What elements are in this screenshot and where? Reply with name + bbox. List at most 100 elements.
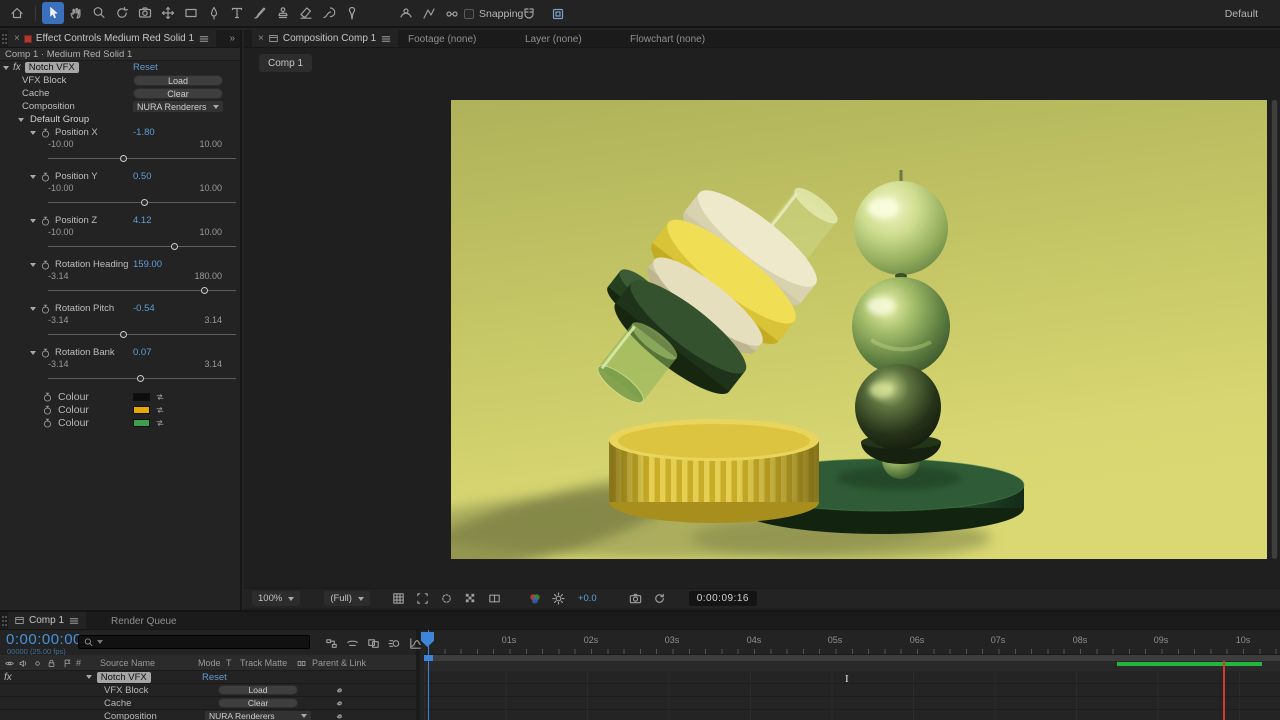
track-rows[interactable] (424, 671, 1280, 720)
orbit-camera-icon[interactable] (111, 2, 133, 24)
collapse-effect-icon[interactable] (3, 66, 9, 70)
preview-playhead[interactable] (1223, 661, 1225, 720)
panel-grip-icon[interactable] (0, 612, 8, 630)
slider-handle[interactable] (171, 243, 178, 250)
search-box[interactable] (78, 635, 310, 649)
tab-composition[interactable]: × Composition Comp 1 (252, 30, 398, 47)
slider-handle[interactable] (137, 375, 144, 382)
zoom-dropdown[interactable]: 100% (252, 591, 300, 606)
viewer-timecode[interactable]: 0:00:09:16 (689, 591, 757, 606)
collapse-param-icon[interactable] (30, 131, 36, 135)
swap-arrows-icon[interactable] (154, 405, 166, 415)
param-slider[interactable] (48, 240, 236, 254)
default-group-row[interactable]: Default Group (0, 113, 240, 126)
stopwatch-icon[interactable] (40, 215, 51, 227)
collapse-param-icon[interactable] (30, 307, 36, 311)
stopwatch-icon[interactable] (40, 127, 51, 139)
snap-option-icon-2[interactable] (547, 3, 569, 25)
timeline-timecode[interactable]: 0:00:00:00 (6, 631, 82, 648)
effect-name[interactable]: Notch VFX (97, 672, 151, 683)
clone-stamp-tool-icon[interactable] (272, 2, 294, 24)
colour-swatch[interactable] (133, 406, 150, 414)
motion-blur-icon[interactable] (385, 635, 403, 651)
param-value[interactable]: 4.12 (133, 215, 152, 226)
stopwatch-icon[interactable] (42, 417, 53, 429)
snap-option-icon-1[interactable] (518, 3, 540, 25)
param-value[interactable]: 0.07 (133, 347, 152, 358)
param-value[interactable]: 159.00 (133, 259, 162, 270)
region-of-interest-icon[interactable] (414, 591, 432, 607)
workspace-label[interactable]: Default (1225, 0, 1258, 28)
load-button[interactable]: Load (133, 75, 223, 86)
selection-tool-icon[interactable] (42, 2, 64, 24)
eye-icon[interactable] (4, 658, 15, 669)
hand-tool-icon[interactable] (65, 2, 87, 24)
toolbar-extra-icon-3[interactable] (441, 3, 463, 25)
collapse-effect-icon[interactable] (86, 675, 92, 679)
pick-whip-icon[interactable] (333, 710, 345, 720)
tab-render-queue[interactable]: Render Queue (111, 612, 177, 630)
fx-badge[interactable]: fx (4, 672, 12, 683)
swap-arrows-icon[interactable] (154, 392, 166, 402)
toggle-switches-icon[interactable] (296, 658, 307, 669)
home-icon[interactable] (6, 2, 28, 24)
frame-blend-icon[interactable] (364, 635, 382, 651)
eraser-tool-icon[interactable] (295, 2, 317, 24)
timeline-effect-row[interactable]: fx Notch VFX Reset (0, 671, 416, 684)
composition-dropdown[interactable]: NURA Renderers (133, 101, 223, 112)
param-slider[interactable] (48, 372, 236, 386)
reset-button[interactable]: Reset (202, 672, 227, 683)
close-icon[interactable]: × (258, 34, 264, 44)
stopwatch-icon[interactable] (40, 347, 51, 359)
t-column[interactable]: T (226, 658, 232, 668)
pixel-aspect-icon[interactable] (486, 591, 504, 607)
panel-grip-icon[interactable] (0, 30, 8, 48)
param-slider[interactable] (48, 196, 236, 210)
toolbar-extra-icon-1[interactable] (395, 3, 417, 25)
close-icon[interactable]: × (14, 34, 20, 44)
search-input[interactable] (106, 637, 305, 647)
transparency-grid-icon[interactable] (462, 591, 480, 607)
tab-footage[interactable]: Footage (none) (408, 30, 476, 48)
collapse-param-icon[interactable] (30, 175, 36, 179)
search-filter-chevron-icon[interactable] (97, 640, 103, 644)
stopwatch-icon[interactable] (42, 391, 53, 403)
color-management-icon[interactable] (526, 591, 544, 607)
comp-breadcrumb-chip[interactable]: Comp 1 (259, 54, 312, 72)
scrollbar-thumb[interactable] (1272, 100, 1277, 559)
param-slider[interactable] (48, 284, 236, 298)
work-area-bar[interactable] (424, 655, 1280, 661)
collapse-group-icon[interactable] (18, 118, 24, 122)
label-flag-icon[interactable] (62, 658, 73, 669)
resolution-dropdown[interactable]: (Full) (324, 591, 370, 606)
pan-behind-tool-icon[interactable] (157, 2, 179, 24)
slider-handle[interactable] (120, 155, 127, 162)
toolbar-extra-icon-2[interactable] (418, 3, 440, 25)
param-value[interactable]: -1.80 (133, 127, 155, 138)
snapping-control[interactable]: Snapping (464, 0, 523, 28)
snapshot-camera-icon[interactable] (627, 591, 645, 607)
composition-dropdown[interactable]: NURA Renderers (205, 711, 311, 720)
audio-icon[interactable] (18, 658, 29, 669)
track-matte-column[interactable]: Track Matte (240, 658, 287, 668)
lock-icon[interactable] (46, 658, 57, 669)
stopwatch-icon[interactable] (40, 259, 51, 271)
load-button[interactable]: Load (218, 685, 298, 695)
mode-column[interactable]: Mode (198, 658, 221, 668)
param-value[interactable]: 0.50 (133, 171, 152, 182)
tab-overflow-icon[interactable]: » (224, 30, 240, 47)
stopwatch-icon[interactable] (40, 171, 51, 183)
clear-button[interactable]: Clear (218, 698, 298, 708)
pen-tool-icon[interactable] (203, 2, 225, 24)
solo-icon[interactable] (32, 658, 43, 669)
stopwatch-icon[interactable] (42, 404, 53, 416)
panel-menu-icon[interactable] (68, 615, 80, 627)
snapping-checkbox[interactable] (464, 9, 474, 19)
exposure-value[interactable]: +0.0 (578, 593, 597, 604)
time-ruler[interactable]: 0s 01s 02s 03s 04s 05s 06s 07s 08s 09s 1… (424, 630, 1280, 655)
viewer-scrollbar[interactable] (1271, 100, 1278, 559)
shape-tool-icon[interactable] (180, 2, 202, 24)
tab-flowchart[interactable]: Flowchart (none) (630, 30, 705, 48)
tab-timeline-comp[interactable]: Comp 1 (8, 612, 86, 629)
tab-layer[interactable]: Layer (none) (525, 30, 582, 48)
